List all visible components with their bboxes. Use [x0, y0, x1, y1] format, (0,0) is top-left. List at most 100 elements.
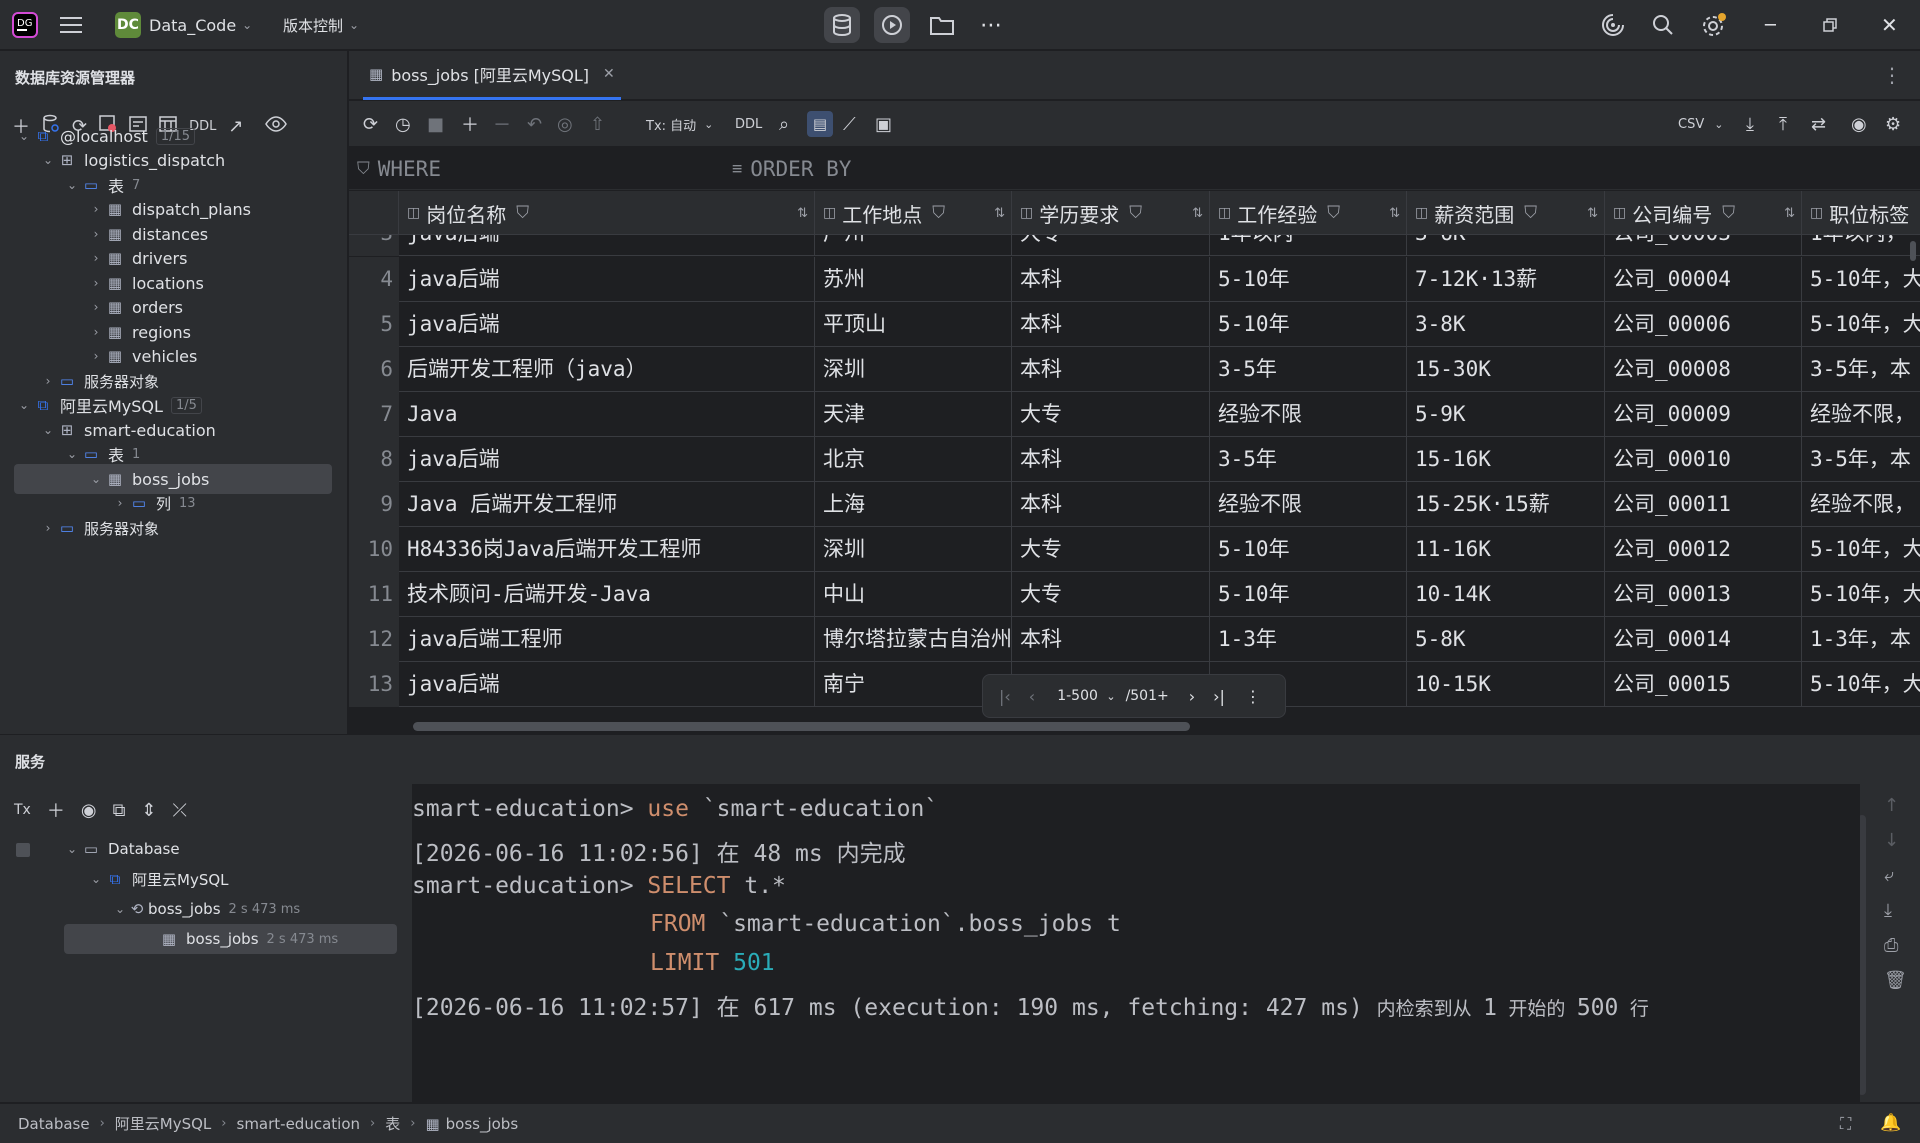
- eye-icon[interactable]: ◉: [1851, 101, 1867, 147]
- hamburger-menu-icon[interactable]: [60, 0, 82, 50]
- table-row[interactable]: 9 Java 后端开发工程师 上海 本科 经验不限 15-25K·15薪 公司_00011 经…: [349, 482, 1920, 527]
- table-cell[interactable]: 5-10年，大: [1802, 572, 1920, 617]
- preview-changes-icon[interactable]: ◎: [557, 101, 573, 147]
- table-cell[interactable]: 11-16K: [1407, 527, 1605, 572]
- table-cell[interactable]: 北京: [815, 437, 1012, 482]
- table-row[interactable]: 12 java后端工程师 博尔塔拉蒙古自治州 本科 1-3年 5-8K 公司_00014 1-…: [349, 617, 1920, 662]
- column-header[interactable]: ◫ 职位标签: [1802, 191, 1920, 235]
- table-cell[interactable]: 5-10年，大: [1802, 662, 1920, 707]
- project-selector[interactable]: DC Data_Code ⌄: [115, 0, 252, 50]
- folder-icon[interactable]: [930, 0, 954, 50]
- breadcrumb-item[interactable]: boss_jobs: [446, 1115, 519, 1133]
- eye-icon[interactable]: ◉: [81, 800, 97, 821]
- column-header[interactable]: ◫ 薪资范围 ⛉ ⇅: [1407, 191, 1605, 235]
- lock-icon[interactable]: ⛶: [1840, 1114, 1851, 1134]
- console-output[interactable]: smart-education> use `smart-education` […: [412, 784, 1860, 1102]
- table-cell[interactable]: 苏州: [815, 257, 1012, 302]
- print-icon[interactable]: ⎙: [1884, 935, 1907, 956]
- tx-mode-selector[interactable]: Tx: 自动 ⌄: [646, 101, 713, 147]
- table-cell[interactable]: 5-10年: [1210, 257, 1407, 302]
- table-cell[interactable]: java后端: [399, 302, 815, 347]
- table-cell[interactable]: 公司_00010: [1605, 437, 1802, 482]
- filter-icon[interactable]: ⛉: [1722, 203, 1735, 223]
- table-cell[interactable]: 公司_00011: [1605, 482, 1802, 527]
- scroll-to-end-icon[interactable]: ⤓: [1884, 900, 1907, 921]
- table-cell[interactable]: 3-5年: [1210, 347, 1407, 392]
- search-icon[interactable]: ⌕: [779, 101, 789, 147]
- table-cell[interactable]: 经验不限，: [1802, 392, 1920, 437]
- table-cell[interactable]: 5-10年，大: [1802, 302, 1920, 347]
- table-cell[interactable]: 公司_00013: [1605, 572, 1802, 617]
- table-row[interactable]: 10 H84336岗Java后端开发工程师 深圳 大专 5-10年 11-16K 公司_00…: [349, 527, 1920, 572]
- add-row-icon[interactable]: ＋: [461, 101, 479, 147]
- table-cell[interactable]: 本科: [1012, 437, 1210, 482]
- last-page-icon[interactable]: ›|: [1213, 687, 1225, 706]
- run-icon[interactable]: [874, 7, 910, 43]
- table-cell[interactable]: Java 后端开发工程师: [399, 482, 815, 527]
- more-icon[interactable]: ⋯: [980, 0, 1002, 50]
- sort-icon[interactable]: ⇅: [1192, 206, 1203, 221]
- vertical-scrollbar[interactable]: [1910, 241, 1916, 261]
- filter-icon[interactable]: ⛉: [516, 203, 529, 223]
- table-cell[interactable]: 经验不限: [1210, 392, 1407, 437]
- table-cell[interactable]: 3-5年，本: [1802, 437, 1920, 482]
- table-cell[interactable]: 大专: [1012, 572, 1210, 617]
- table-cell[interactable]: 1-3年，本: [1802, 617, 1920, 662]
- table-cell[interactable]: 本科: [1012, 482, 1210, 527]
- table-cell[interactable]: 本科: [1012, 302, 1210, 347]
- table-cell[interactable]: 5-10年，大: [1802, 527, 1920, 572]
- scroll-up-icon[interactable]: ↑: [1884, 795, 1907, 816]
- column-header[interactable]: ◫ 工作地点 ⛉ ⇅: [815, 191, 1012, 235]
- table-row[interactable]: 6 后端开发工程师（java） 深圳 本科 3-5年 15-30K 公司_00008 3-5年…: [349, 347, 1920, 392]
- table-cell[interactable]: 经验不限: [1210, 482, 1407, 527]
- close-tab-icon[interactable]: ✕: [603, 66, 615, 82]
- table-cell[interactable]: 5-10年: [1210, 572, 1407, 617]
- table-row[interactable]: 7 Java 天津 大专 经验不限 5-9K 公司_00009 经验不限，: [349, 392, 1920, 437]
- filter-icon[interactable]: ⛉: [1524, 203, 1537, 223]
- sort-icon[interactable]: ⇅: [1389, 206, 1400, 221]
- column-header[interactable]: ◫ 岗位名称 ⛉ ⇅: [399, 191, 815, 235]
- table-cell[interactable]: 1-3年: [1210, 617, 1407, 662]
- minimize-icon[interactable]: ─: [1765, 0, 1776, 50]
- tree-item-server-objects-2[interactable]: › ▭ 服务器对象: [0, 513, 348, 543]
- new-session-icon[interactable]: ⧉: [113, 800, 126, 821]
- column-header[interactable]: ◫ 公司编号 ⛉ ⇅: [1605, 191, 1802, 235]
- filter-icon[interactable]: ⛉: [1129, 203, 1142, 223]
- table-cell[interactable]: 公司_00014: [1605, 617, 1802, 662]
- pin-grid-icon[interactable]: ▣: [875, 101, 892, 147]
- first-page-icon[interactable]: |‹: [999, 687, 1011, 706]
- table-cell[interactable]: 7-12K·13薪: [1407, 257, 1605, 302]
- next-page-icon[interactable]: ›: [1189, 687, 1195, 706]
- table-cell[interactable]: 深圳: [815, 527, 1012, 572]
- table-cell[interactable]: 5-10年: [1210, 302, 1407, 347]
- tx-button[interactable]: Tx: [14, 802, 31, 818]
- table-cell[interactable]: 公司_00004: [1605, 257, 1802, 302]
- settings-icon[interactable]: [1701, 0, 1727, 50]
- table-row[interactable]: 4 java后端 苏州 本科 5-10年 7-12K·13薪 公司_00004 5-10年，大: [349, 257, 1920, 302]
- filter-icon[interactable]: ⛉: [1327, 203, 1340, 223]
- view-mode-icon[interactable]: ▤: [807, 111, 833, 137]
- table-cell[interactable]: 公司_00012: [1605, 527, 1802, 572]
- chart-icon[interactable]: ⟋: [843, 101, 856, 147]
- table-cell[interactable]: 本科: [1012, 347, 1210, 392]
- prev-page-icon[interactable]: ‹: [1029, 687, 1035, 706]
- table-cell[interactable]: 10-15K: [1407, 662, 1605, 707]
- table-cell[interactable]: 3-8K: [1407, 302, 1605, 347]
- service-item-result[interactable]: ▦ boss_jobs 2 s 473 ms: [64, 924, 397, 954]
- sort-icon[interactable]: ⇅: [797, 206, 808, 221]
- table-cell[interactable]: 博尔塔拉蒙古自治州: [815, 617, 1012, 662]
- table-cell[interactable]: 本科: [1012, 617, 1210, 662]
- table-row[interactable]: 11 技术顾问-后端开发-Java 中山 大专 5-10年 10-14K 公司_00013 5…: [349, 572, 1920, 617]
- sort-icon[interactable]: ⇅: [1784, 206, 1795, 221]
- table-cell[interactable]: 5-10年，大: [1802, 257, 1920, 302]
- table-cell[interactable]: 大专: [1012, 392, 1210, 437]
- submit-icon[interactable]: ⇧: [590, 101, 605, 147]
- service-item-database[interactable]: ⌄ ▭ Database: [0, 834, 400, 864]
- where-filter-input[interactable]: ⛉ WHERE: [357, 148, 441, 190]
- table-cell[interactable]: 15-16K: [1407, 437, 1605, 482]
- sort-icon[interactable]: ⇅: [1587, 206, 1598, 221]
- table-cell[interactable]: 技术顾问-后端开发-Java: [399, 572, 815, 617]
- notifications-icon[interactable]: 🔔: [1880, 1113, 1901, 1133]
- table-cell[interactable]: Java: [399, 392, 815, 437]
- table-cell[interactable]: 5-9K: [1407, 392, 1605, 437]
